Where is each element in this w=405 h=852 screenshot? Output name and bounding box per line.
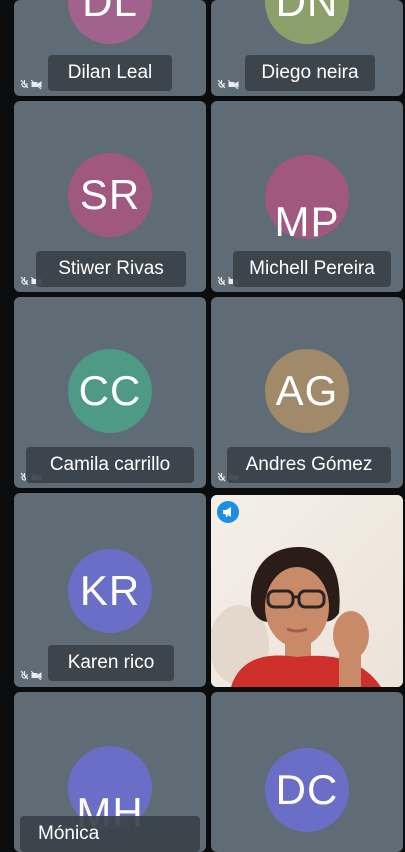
avatar: MP [265, 155, 349, 245]
participant-name: Camila carrillo [26, 447, 194, 483]
participant-tile[interactable]: KR Karen rico [14, 493, 206, 687]
participant-name: Stiwer Rivas [36, 251, 186, 287]
mute-status-icon [217, 78, 239, 90]
avatar-initials: CC [78, 367, 142, 414]
participant-name: Michell Pereira [233, 251, 391, 287]
avatar: DL [68, 0, 152, 44]
participant-tile[interactable]: DL Dilan Leal [14, 0, 206, 96]
mute-status-icon [20, 669, 42, 681]
participant-name: Andres Gómez [227, 447, 391, 483]
participant-tile[interactable]: AG Andres Gómez [211, 297, 403, 488]
avatar: KR [68, 549, 152, 633]
mute-status-icon [20, 78, 42, 90]
avatar-initials: MP [274, 197, 340, 245]
avatar: SR [68, 153, 152, 237]
participant-tile[interactable]: MP Michell Pereira [211, 101, 403, 292]
avatar: AG [265, 349, 349, 433]
avatar-initials: SR [79, 171, 141, 218]
avatar: DC [265, 748, 349, 832]
avatar-initials: DL [82, 0, 138, 25]
avatar: CC [68, 349, 152, 433]
avatar-initials: KR [79, 567, 141, 614]
participant-name: Mónica [20, 816, 200, 852]
video-frame [211, 495, 403, 687]
participant-tile[interactable]: DN Diego neira [211, 0, 403, 96]
participant-tile[interactable]: SR Stiwer Rivas [14, 101, 206, 292]
avatar-initials: AG [275, 367, 339, 414]
avatar-initials: DC [275, 766, 339, 813]
participant-grid: DL Dilan Leal DN Diego neira SR Stiwer R… [0, 0, 405, 852]
avatar: DN [265, 0, 349, 44]
active-speaker-video[interactable] [211, 495, 403, 687]
participant-name: Dilan Leal [48, 55, 172, 91]
participant-tile[interactable]: CC Camila carrillo [14, 297, 206, 488]
participant-name: Diego neira [245, 55, 375, 91]
megaphone-icon [217, 501, 239, 523]
participant-name: Karen rico [48, 645, 174, 681]
participant-tile[interactable]: MH Mónica [14, 692, 206, 852]
participant-tile[interactable]: DC [211, 692, 403, 852]
avatar-initials: DN [275, 0, 339, 25]
